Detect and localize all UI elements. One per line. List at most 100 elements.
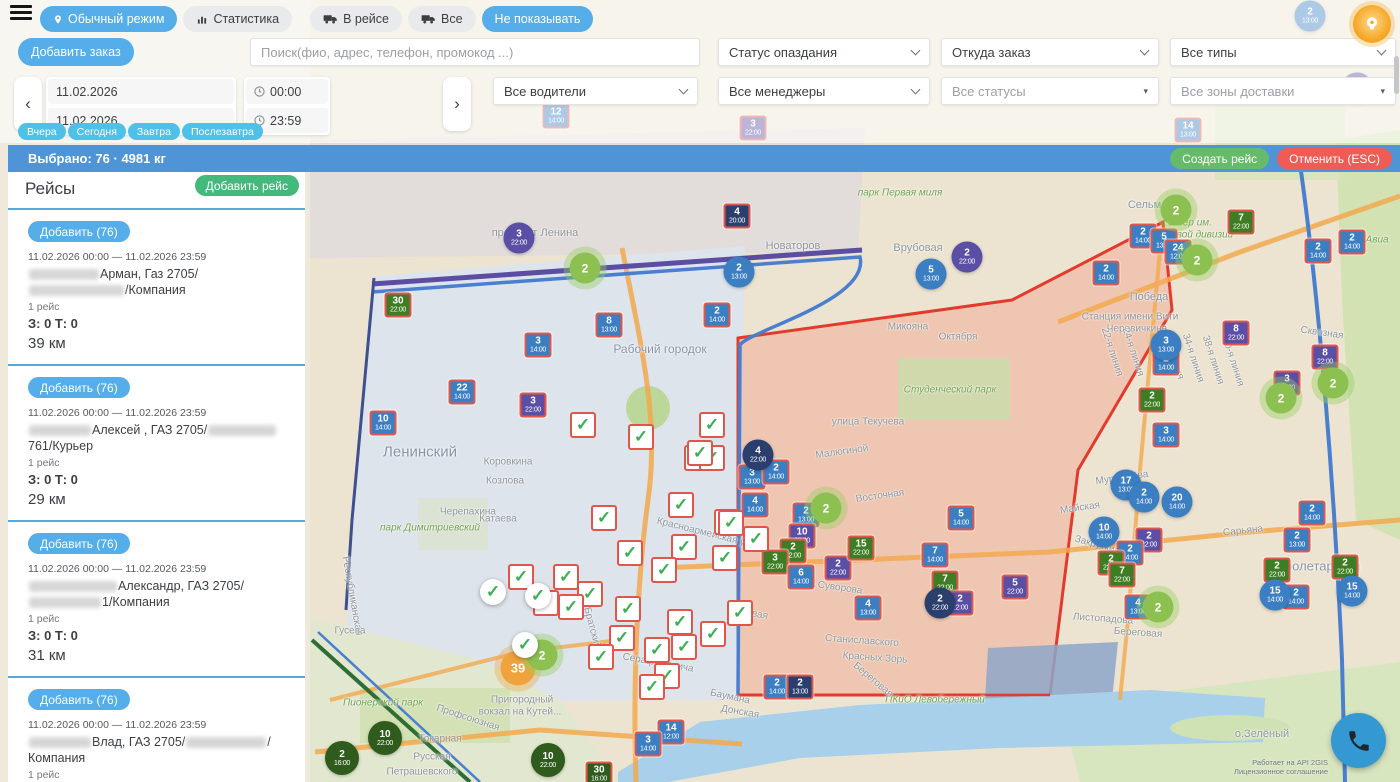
tag-today[interactable]: Сегодня <box>68 123 126 140</box>
map-order-marker[interactable]: 1412:00 <box>658 720 685 745</box>
selected-order-marker[interactable]: ✓ <box>712 545 738 571</box>
in-trip-filter-button[interactable]: В рейсе <box>310 6 402 32</box>
map-order-marker[interactable]: 213:00 <box>1284 528 1311 553</box>
selected-order-marker[interactable]: ✓ <box>588 644 614 670</box>
selected-order-marker[interactable]: ✓ <box>553 564 579 590</box>
map-order-marker[interactable]: 414:00 <box>742 493 769 518</box>
map-order-marker[interactable]: 822:00 <box>1223 321 1250 346</box>
selected-order-marker[interactable]: ✓ <box>700 621 726 647</box>
map-cluster-marker[interactable]: 2 <box>811 493 842 524</box>
menu-icon[interactable] <box>10 5 32 23</box>
selected-order-marker[interactable]: ✓ <box>644 637 670 663</box>
add-trip-button[interactable]: Добавить рейс <box>195 175 299 196</box>
selected-order-marker[interactable]: ✓ <box>558 594 584 620</box>
map-cluster-marker[interactable]: 216:00 <box>325 741 359 775</box>
normal-mode-button[interactable]: Обычный режим <box>40 6 177 32</box>
statuses-dropdown[interactable]: Все статусы ▾ <box>941 77 1159 105</box>
map-cluster-marker[interactable]: 214:00 <box>1129 482 1160 513</box>
map-order-marker[interactable]: 522:00 <box>1002 575 1029 600</box>
phone-call-button[interactable] <box>1331 713 1386 768</box>
map-order-marker[interactable]: 314:00 <box>635 732 662 757</box>
zones-dropdown[interactable]: Все зоны доставки ▾ <box>1170 77 1396 105</box>
map-order-marker[interactable]: 722:00 <box>1228 210 1255 235</box>
map-cluster-marker[interactable]: 422:00 <box>743 440 774 471</box>
map-cluster-marker[interactable]: 1022:00 <box>531 743 565 777</box>
managers-dropdown[interactable]: Все менеджеры <box>718 77 930 105</box>
selected-order-marker[interactable]: ✓ <box>512 632 538 658</box>
selected-order-marker[interactable]: ✓ <box>671 534 697 560</box>
map-cluster-marker[interactable]: 213:00 <box>724 257 755 288</box>
order-source-dropdown[interactable]: Откуда заказ <box>941 38 1159 66</box>
map-order-marker[interactable]: 420:00 <box>724 204 751 229</box>
add-orders-to-trip-button[interactable]: Добавить (76) <box>28 689 130 710</box>
selected-order-marker[interactable]: ✓ <box>525 583 551 609</box>
selected-order-marker[interactable]: ✓ <box>617 540 643 566</box>
selected-order-marker[interactable]: ✓ <box>671 634 697 660</box>
map-order-marker[interactable]: 213:00 <box>787 675 814 700</box>
map-order-marker[interactable]: 614:00 <box>788 565 815 590</box>
map-cluster-marker[interactable]: 222:00 <box>925 588 956 619</box>
selected-order-marker[interactable]: ✓ <box>570 412 596 438</box>
time-from-field[interactable]: 00:00 <box>246 79 328 104</box>
late-status-dropdown[interactable]: Статус опаздания <box>718 38 930 66</box>
selected-order-marker[interactable]: ✓ <box>668 492 694 518</box>
map-order-marker[interactable]: 214:00 <box>704 303 731 328</box>
add-order-button[interactable]: Добавить заказ <box>18 38 134 66</box>
cancel-selection-button[interactable]: Отменить (ESC) <box>1277 148 1392 169</box>
selected-order-marker[interactable]: ✓ <box>480 579 506 605</box>
map-cluster-marker[interactable]: 222:00 <box>952 242 983 273</box>
map-order-marker[interactable]: 214:00 <box>1299 501 1326 526</box>
map-cluster-marker[interactable]: 2014:00 <box>1162 487 1193 518</box>
date-from-field[interactable]: 11.02.2026 <box>48 79 234 104</box>
map-cluster-marker[interactable]: 322:00 <box>504 223 535 254</box>
map-cluster-marker[interactable]: 2 <box>1143 592 1174 623</box>
map-order-marker[interactable]: 222:00 <box>1139 388 1166 413</box>
drivers-dropdown[interactable]: Все водители <box>493 77 698 105</box>
map-cluster-marker[interactable]: 2 <box>1318 368 1349 399</box>
selected-order-marker[interactable]: ✓ <box>615 596 641 622</box>
map-order-marker[interactable]: 3016:00 <box>586 762 613 782</box>
add-orders-to-trip-button[interactable]: Добавить (76) <box>28 221 130 242</box>
selected-order-marker[interactable]: ✓ <box>699 412 725 438</box>
map-order-marker[interactable]: 714:00 <box>922 543 949 568</box>
tag-tomorrow[interactable]: Завтра <box>128 123 180 140</box>
next-date-button[interactable]: › <box>443 77 471 131</box>
map-cluster-marker[interactable]: 2 <box>1266 383 1297 414</box>
map-order-marker[interactable]: 322:00 <box>520 393 547 418</box>
map-order-marker[interactable]: 413:00 <box>855 596 882 621</box>
order-types-dropdown[interactable]: Все типы <box>1170 38 1396 66</box>
selected-order-marker[interactable]: ✓ <box>727 600 753 626</box>
selected-order-marker[interactable]: ✓ <box>628 424 654 450</box>
all-filter-button[interactable]: Все <box>408 6 476 32</box>
map-order-marker[interactable]: 1014:00 <box>370 411 397 436</box>
attribution-line2[interactable]: Лицензионное соглашение <box>1234 767 1328 776</box>
scrollbar-thumb[interactable] <box>1394 56 1399 94</box>
search-input[interactable] <box>250 38 700 66</box>
selected-order-marker[interactable]: ✓ <box>718 510 744 536</box>
statistics-button[interactable]: Статистика <box>183 6 292 32</box>
map-order-marker[interactable]: 314:00 <box>525 333 552 358</box>
map-order-marker[interactable]: 822:00 <box>1312 345 1339 370</box>
map-cluster-marker[interactable]: 513:00 <box>916 259 947 290</box>
map-order-marker[interactable]: 722:00 <box>1109 563 1136 588</box>
map-cluster-marker[interactable]: 313:00 <box>1151 330 1182 361</box>
add-orders-to-trip-button[interactable]: Добавить (76) <box>28 533 130 554</box>
map-cluster-marker[interactable]: 1514:00 <box>1260 580 1291 611</box>
selected-order-marker[interactable]: ✓ <box>667 609 693 635</box>
map-order-marker[interactable]: 1522:00 <box>848 536 875 561</box>
map-order-marker[interactable]: 813:00 <box>596 313 623 338</box>
map-cluster-marker[interactable]: 2 <box>1161 195 1192 226</box>
map-cluster-marker[interactable]: 2 <box>1182 245 1213 276</box>
selected-order-marker[interactable]: ✓ <box>591 505 617 531</box>
map-cluster-marker[interactable]: 1014:00 <box>1089 517 1120 548</box>
map-order-marker[interactable]: 214:00 <box>1305 239 1332 264</box>
map-order-marker[interactable]: 3022:00 <box>385 293 412 318</box>
map-order-marker[interactable]: 214:00 <box>1339 230 1366 255</box>
map-cluster-marker[interactable]: 1514:00 <box>1337 576 1368 607</box>
selected-order-marker[interactable]: ✓ <box>687 440 713 466</box>
map-order-marker[interactable]: 314:00 <box>1153 423 1180 448</box>
tag-after-tomorrow[interactable]: Послезавтра <box>182 123 263 140</box>
selected-order-marker[interactable]: ✓ <box>651 557 677 583</box>
map-cluster-marker[interactable]: 1022:00 <box>368 721 402 755</box>
tag-yesterday[interactable]: Вчера <box>18 123 66 140</box>
